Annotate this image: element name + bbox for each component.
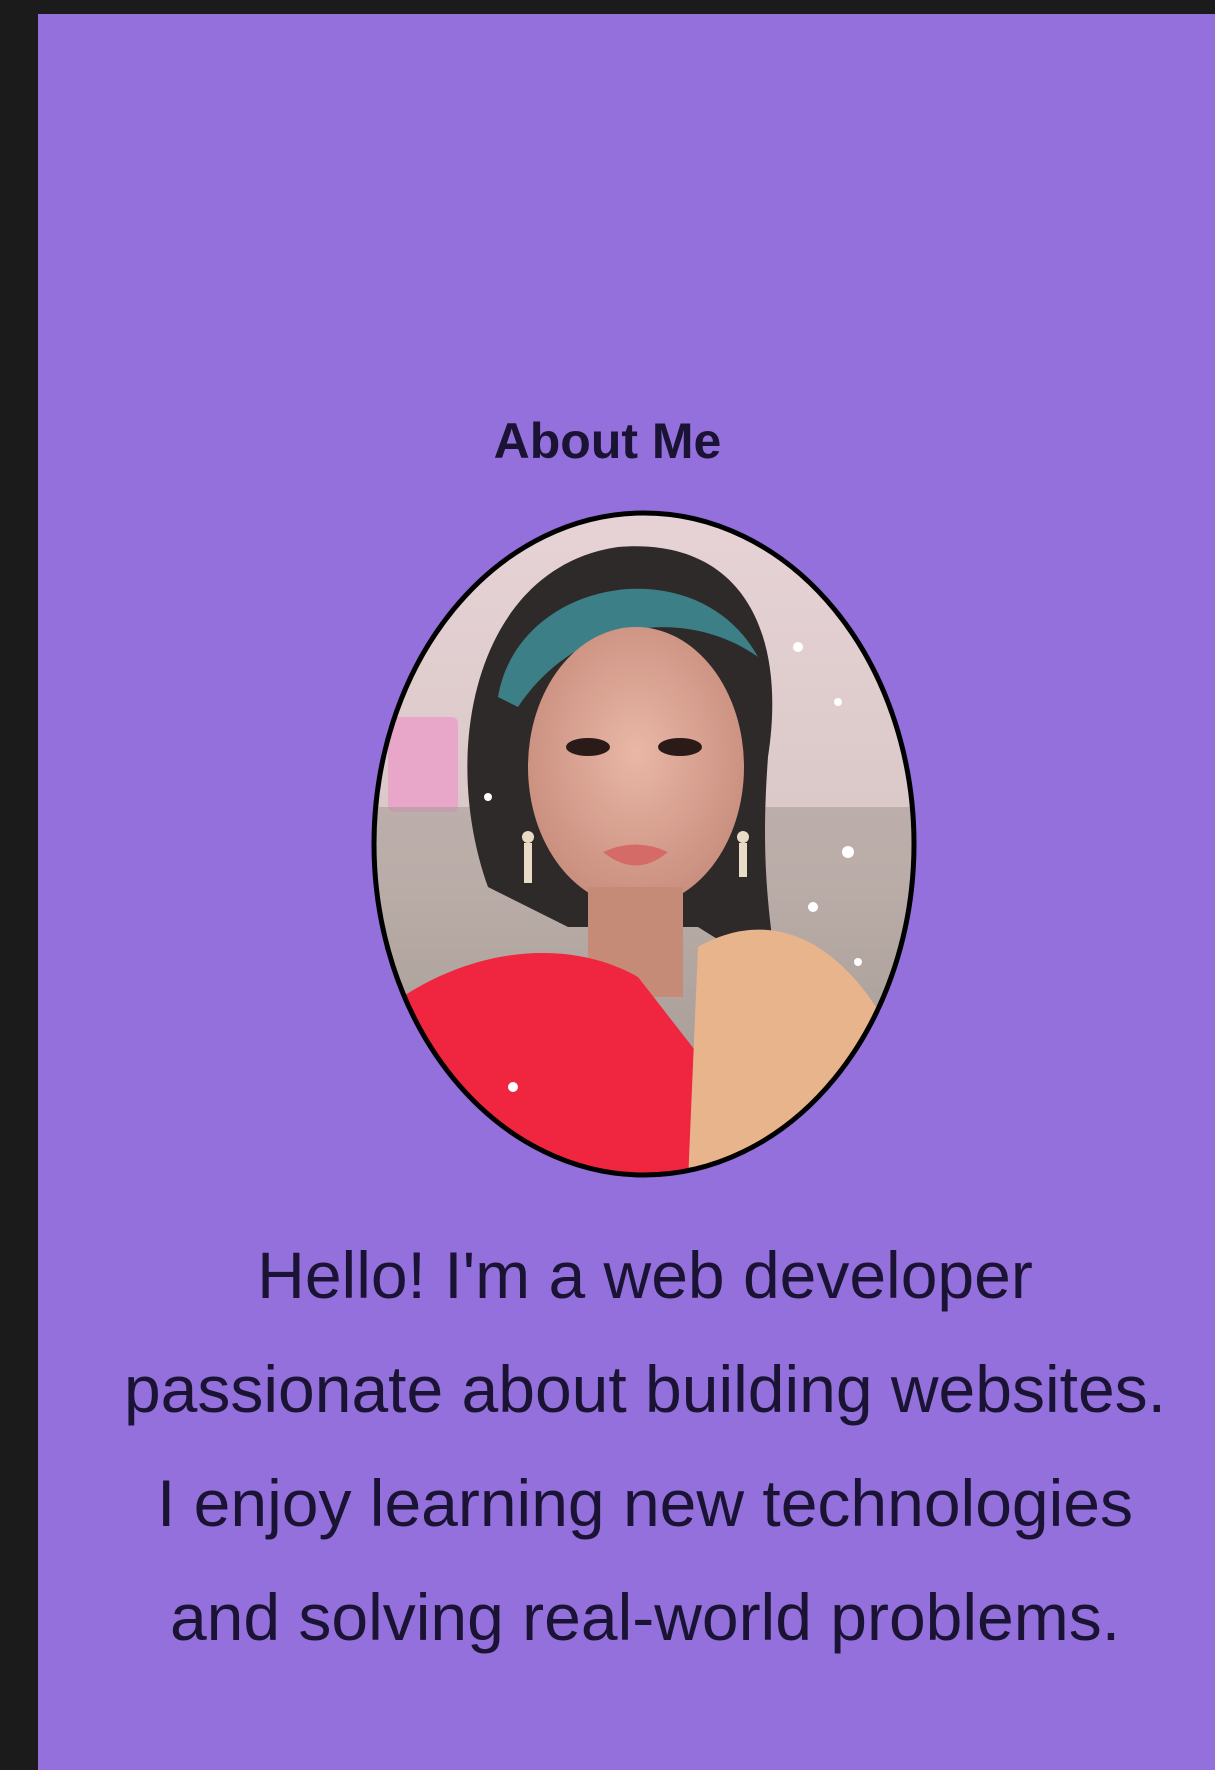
bio-text: Hello! I'm a web developer passionate ab… — [40, 1218, 1215, 1674]
bio-line: and solving real-world problems. — [169, 1580, 1121, 1654]
profile-photo — [371, 510, 917, 1178]
bio-line: I enjoy learning new technologies — [157, 1466, 1133, 1540]
section-title: About Me — [493, 413, 722, 469]
bio-line: Hello! I'm a web developer — [257, 1238, 1033, 1312]
bio-line: passionate about building websites. — [123, 1352, 1167, 1426]
